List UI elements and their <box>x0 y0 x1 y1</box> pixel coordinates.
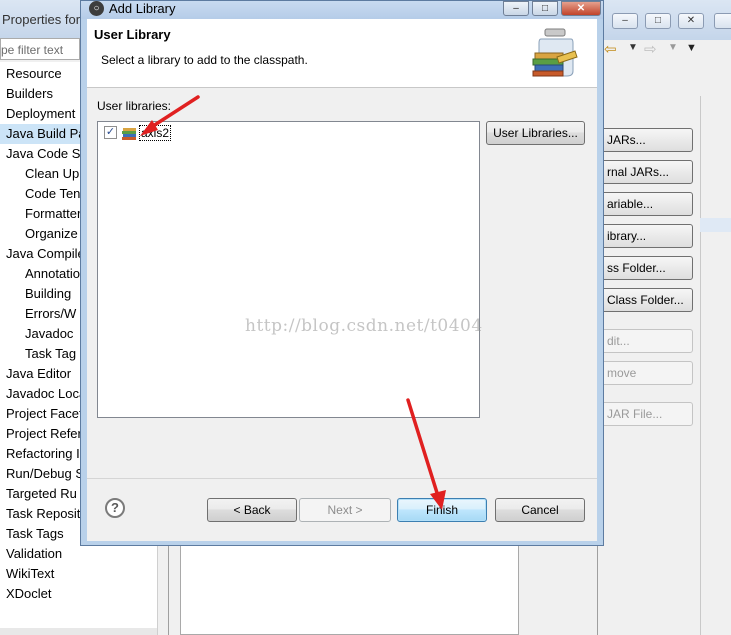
tree-horizontal-scrollbar[interactable] <box>0 628 157 635</box>
tree-item[interactable]: Annotatio <box>25 264 80 284</box>
window-edge-button <box>714 13 731 29</box>
tree-item[interactable]: Java Editor <box>6 364 71 384</box>
user-libraries-list[interactable]: ✓ axis2 <box>97 121 480 418</box>
tree-item[interactable]: Errors/W <box>25 304 76 324</box>
tree-item[interactable]: Formatter <box>25 204 81 224</box>
help-icon[interactable]: ? <box>105 498 125 518</box>
dialog-title: Add Library <box>109 1 176 16</box>
filter-input[interactable]: pe filter text <box>0 38 80 60</box>
close-button[interactable]: ✕ <box>678 13 704 29</box>
library-icon <box>122 128 136 140</box>
tree-item[interactable]: Organize <box>25 224 78 244</box>
tree-item[interactable]: Project Refer <box>6 424 82 444</box>
user-libraries-label: User libraries: <box>97 99 172 113</box>
minimize-button[interactable]: – <box>612 13 638 29</box>
maximize-button[interactable]: □ <box>645 13 671 29</box>
tree-item[interactable]: Javadoc Loca <box>6 384 86 404</box>
library-jar-icon <box>532 28 578 77</box>
library-checkbox[interactable]: ✓ <box>104 126 117 139</box>
panel-tab-strip <box>700 218 731 232</box>
chevron-down-icon[interactable]: ▼ <box>628 42 638 53</box>
watermark-text: http://blog.csdn.net/t0404 <box>245 316 483 336</box>
tree-item[interactable]: Targeted Ru <box>6 484 77 504</box>
tree-item[interactable]: Refactoring I <box>6 444 80 464</box>
library-name[interactable]: axis2 <box>139 125 172 141</box>
dialog-minimize-button[interactable]: – <box>503 1 529 16</box>
tree-item[interactable]: WikiText <box>6 564 54 584</box>
tree-item[interactable]: Javadoc <box>25 324 73 344</box>
properties-title: Properties for <box>2 12 81 27</box>
forward-nav-icon[interactable]: ⇨ <box>644 40 657 58</box>
tree-item[interactable]: Run/Debug S <box>6 464 84 484</box>
cancel-button[interactable]: Cancel <box>495 498 585 522</box>
dialog-maximize-button[interactable]: □ <box>532 1 558 16</box>
tree-item[interactable]: Task Tags <box>6 524 64 544</box>
user-libraries-button[interactable]: User Libraries... <box>486 121 585 145</box>
dialog-header: User Library Select a library to add to … <box>87 19 597 87</box>
dialog-body: User libraries: ✓ axis2 User Libraries..… <box>87 87 597 541</box>
tree-item[interactable]: Java Code St <box>6 144 84 164</box>
details-box <box>180 542 519 635</box>
panel-border <box>700 96 701 635</box>
eclipse-icon: ○ <box>89 1 104 16</box>
dialog-description: Select a library to add to the classpath… <box>101 53 308 67</box>
tree-item[interactable]: Clean Up <box>25 164 79 184</box>
dialog-close-button[interactable]: ✕ <box>561 1 601 16</box>
tree-item[interactable]: Task Tag <box>25 344 76 364</box>
next-button[interactable]: Next > <box>299 498 391 522</box>
dialog-heading: User Library <box>94 27 171 42</box>
tree-item[interactable]: Code Ten <box>25 184 80 204</box>
button-bar-separator <box>87 478 597 479</box>
tree-item[interactable]: Resource <box>6 64 62 84</box>
tree-item-selected[interactable]: Java Build Pa <box>0 124 86 144</box>
tree-item[interactable]: Java Compile <box>6 244 85 264</box>
tree-item[interactable]: Validation <box>6 544 62 564</box>
add-library-dialog: ○ Add Library – □ ✕ User Library Select … <box>80 0 604 546</box>
tree-item[interactable]: XDoclet <box>6 584 52 604</box>
back-button[interactable]: < Back <box>207 498 297 522</box>
tree-item[interactable]: Builders <box>6 84 53 104</box>
finish-button[interactable]: Finish <box>397 498 487 522</box>
back-nav-icon[interactable]: ⇦ <box>604 40 617 58</box>
chevron-down-icon[interactable]: ▼ <box>668 42 678 53</box>
tree-item[interactable]: Deployment <box>6 104 75 124</box>
tree-item[interactable]: Project Facet <box>6 404 83 424</box>
tree-item[interactable]: Building <box>25 284 71 304</box>
view-menu-icon[interactable]: ▼ <box>686 42 697 54</box>
tree-item[interactable]: Task Reposit <box>6 504 80 524</box>
